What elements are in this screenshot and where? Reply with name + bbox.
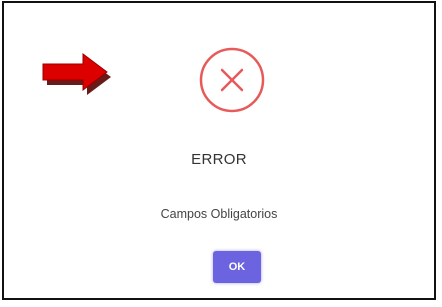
- dialog-title: ERROR: [191, 151, 247, 168]
- dialog-frame: ERROR Campos Obligatorios OK: [2, 1, 436, 300]
- arrow-right-icon: [42, 53, 111, 95]
- dialog-message: Campos Obligatorios: [160, 207, 278, 221]
- ok-button[interactable]: OK: [213, 251, 261, 283]
- error-x-circle-icon: [199, 47, 265, 113]
